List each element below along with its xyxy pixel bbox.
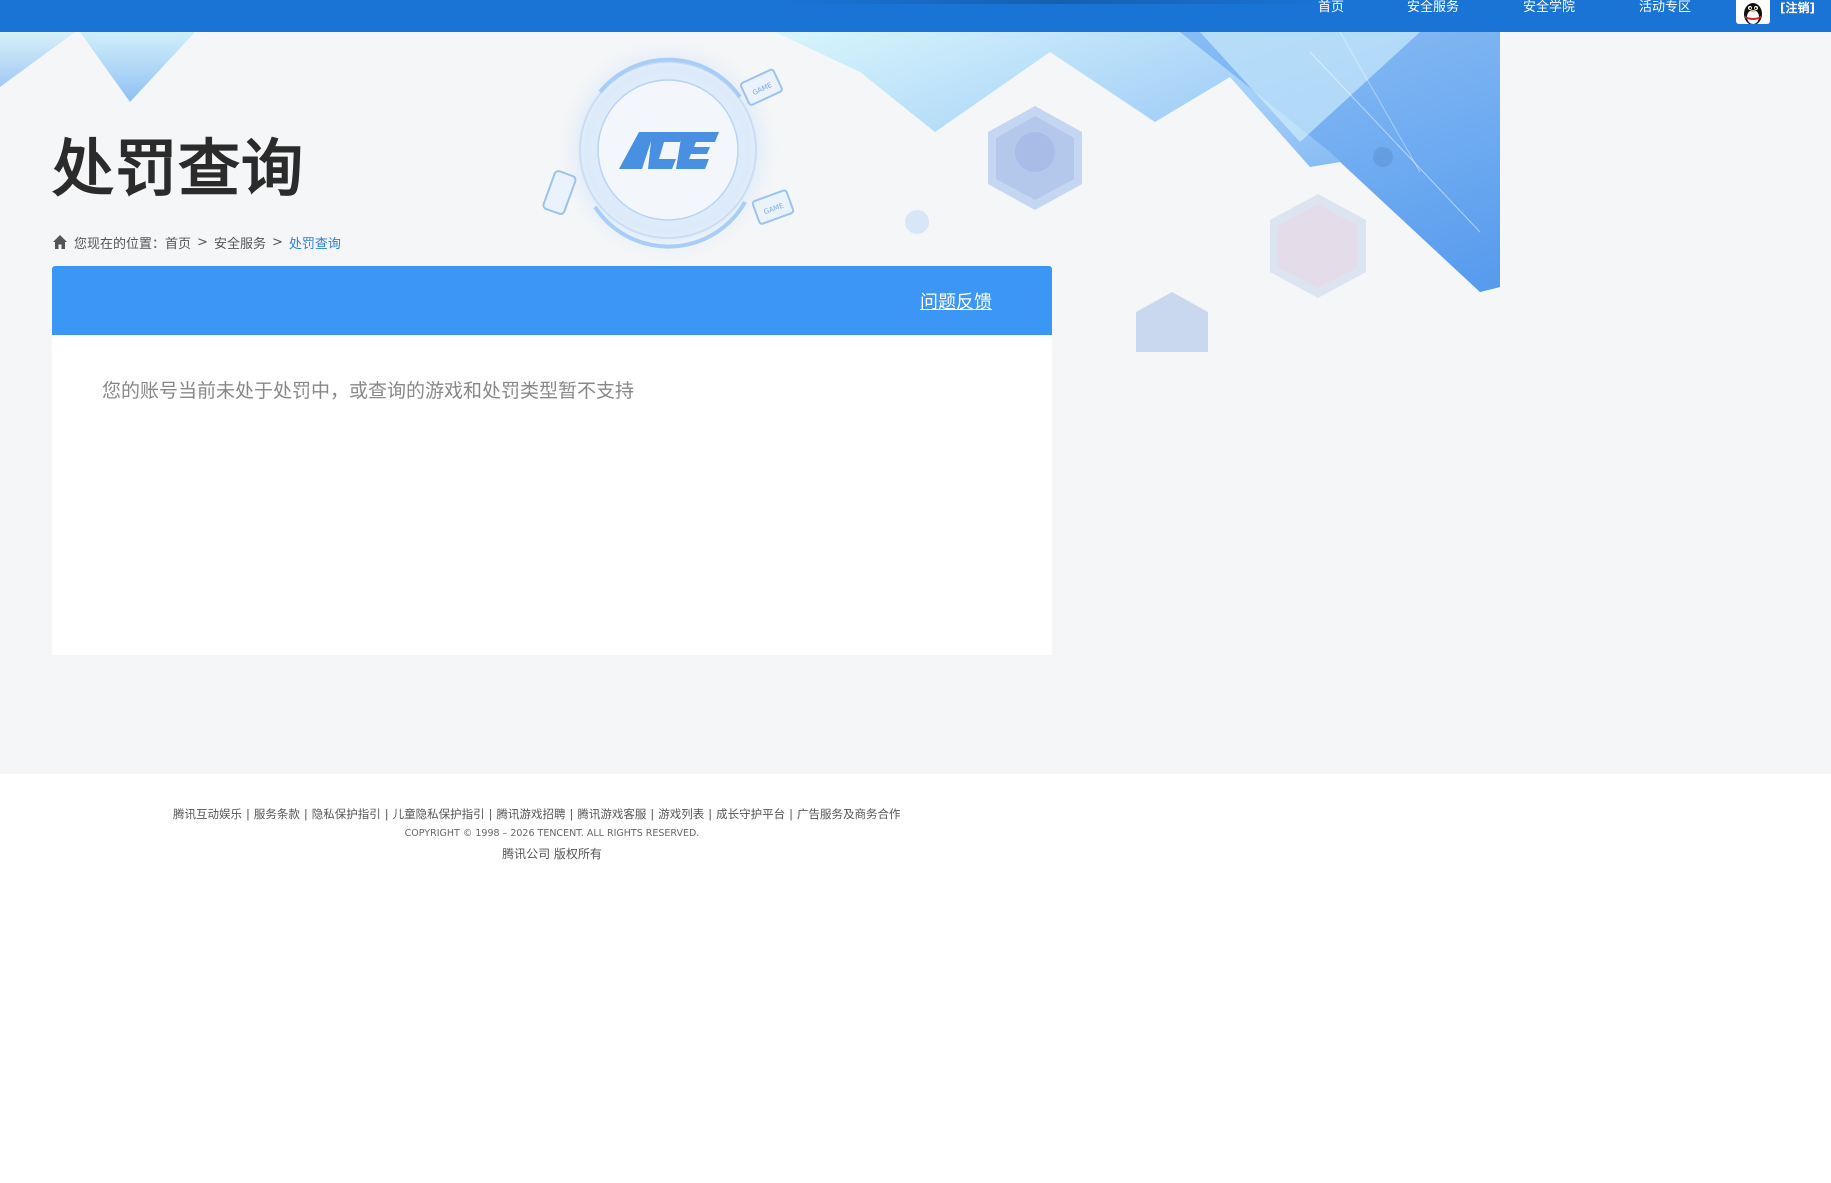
footer-link-recruit[interactable]: 腾讯游戏招聘: [497, 806, 566, 822]
page: 首页 安全服务 安全学院 活动专区 [注销] GAME GAME 处罚查询 您现…: [0, 0, 1831, 1183]
footer: 腾讯互动娱乐 | 服务条款 | 隐私保护指引 | 儿童隐私保护指引 | 腾讯游戏…: [0, 774, 1831, 1183]
footer-link-game-list[interactable]: 游戏列表: [658, 806, 704, 822]
footer-separator: |: [303, 807, 308, 821]
top-nav-bar: 首页 安全服务 安全学院 活动专区 [注销]: [0, 0, 1831, 32]
ace-logo: [614, 124, 724, 176]
feedback-link[interactable]: 问题反馈: [920, 288, 992, 314]
footer-separator: |: [488, 807, 493, 821]
page-title: 处罚查询: [52, 132, 305, 205]
footer-separator: |: [246, 807, 250, 821]
result-message: 您的账号当前未处于处罚中，或查询的游戏和处罚类型暂不支持: [102, 380, 635, 402]
breadcrumb-separator: >: [271, 234, 283, 250]
panel-header: 问题反馈: [52, 266, 1052, 335]
nav-item-security-academy[interactable]: 安全学院: [1523, 0, 1575, 17]
footer-separator: |: [789, 807, 793, 821]
footer-separator: |: [569, 807, 574, 821]
footer-link-customer-service[interactable]: 腾讯游戏客服: [577, 806, 646, 822]
copyright-text: COPYRIGHT © 1998 – 2026 TENCENT. ALL RIG…: [404, 828, 700, 839]
footer-link-terms[interactable]: 服务条款: [254, 806, 300, 822]
footer-link-privacy[interactable]: 隐私保护指引: [312, 806, 381, 822]
qq-penguin-icon[interactable]: [1736, 0, 1770, 24]
footer-link-child-privacy[interactable]: 儿童隐私保护指引: [393, 806, 485, 822]
breadcrumb-home[interactable]: 首页: [165, 233, 191, 252]
rights-text: 腾讯公司 版权所有: [502, 847, 602, 861]
breadcrumb-current: 处罚查询: [288, 236, 341, 252]
footer-separator: |: [650, 807, 655, 821]
breadcrumb-separator: >: [197, 234, 208, 250]
hero-section: GAME GAME 处罚查询 您现在的位置： 首页 > 安全服务 > 处罚查询 …: [0, 32, 1831, 774]
home-icon: [53, 235, 67, 249]
footer-links: 腾讯互动娱乐 | 服务条款 | 隐私保护指引 | 儿童隐私保护指引 | 腾讯游戏…: [173, 806, 933, 822]
nav-shadow: [780, 0, 1340, 4]
nav-item-security-service[interactable]: 安全服务: [1407, 0, 1459, 17]
nav-item-home[interactable]: 首页: [1318, 0, 1344, 17]
breadcrumb-prefix: 您现在的位置：: [74, 236, 166, 252]
nav-item-events[interactable]: 活动专区: [1639, 0, 1691, 17]
result-panel: 问题反馈 您的账号当前未处于处罚中，或查询的游戏和处罚类型暂不支持: [52, 266, 1052, 655]
footer-link-guardian[interactable]: 成长守护平台: [716, 806, 785, 822]
footer-link-tencent-ent[interactable]: 腾讯互动娱乐: [173, 806, 242, 822]
breadcrumb-security-service[interactable]: 安全服务: [214, 233, 266, 252]
logout-link[interactable]: [注销]: [1780, 0, 1815, 17]
breadcrumb: 您现在的位置： 首页 > 安全服务 > 处罚查询: [52, 232, 341, 252]
footer-separator: |: [384, 807, 389, 821]
footer-separator: |: [708, 807, 713, 821]
footer-link-ads[interactable]: 广告服务及商务合作: [797, 806, 901, 822]
